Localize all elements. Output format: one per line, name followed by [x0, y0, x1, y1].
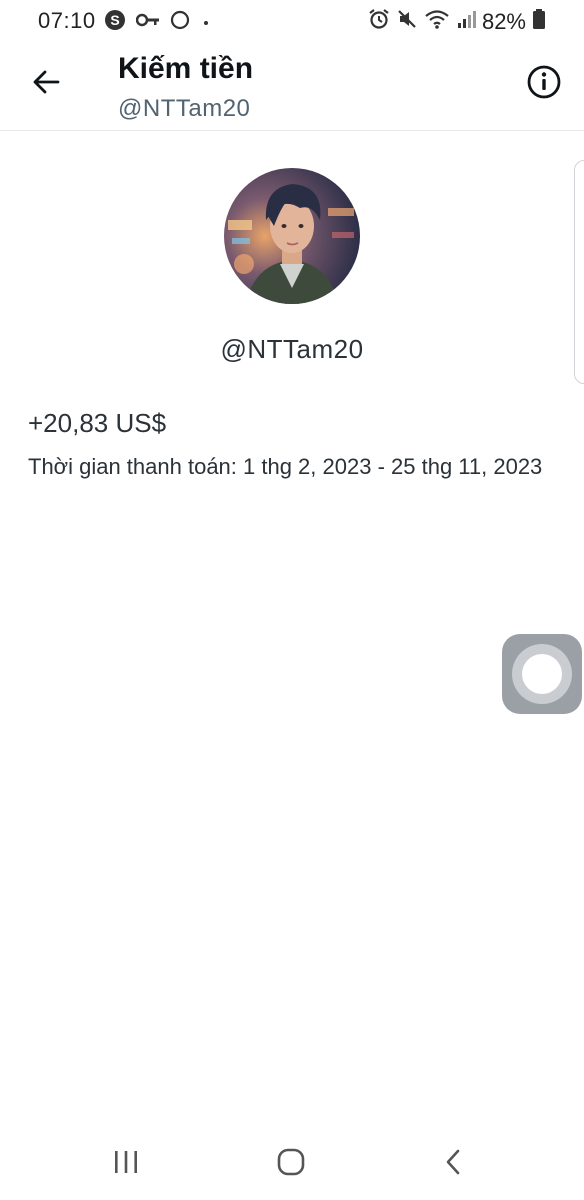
alarm-icon	[368, 8, 390, 35]
info-icon	[526, 64, 562, 105]
payment-period: Thời gian thanh toán: 1 thg 2, 2023 - 25…	[28, 454, 543, 479]
home-button[interactable]	[271, 1144, 311, 1184]
back-button[interactable]	[26, 64, 66, 104]
battery-icon	[532, 8, 546, 35]
status-bar: 07:10 S 82%	[0, 0, 584, 40]
assistive-core	[522, 654, 562, 694]
key-icon	[135, 13, 160, 32]
arrow-left-icon	[31, 67, 61, 102]
recents-button[interactable]	[106, 1144, 146, 1184]
profile-username: @NTTam20	[220, 334, 364, 364]
signal-icon	[456, 9, 476, 34]
status-left-icons: S	[104, 9, 212, 36]
earnings-amount: +20,83 US$	[28, 408, 167, 438]
mute-icon	[396, 8, 418, 35]
circle-icon	[170, 10, 190, 35]
info-button[interactable]	[524, 64, 564, 104]
page-subtitle: @NTTam20	[118, 95, 251, 122]
system-nav-bar	[0, 1124, 584, 1200]
avatar	[224, 168, 360, 304]
recents-icon	[112, 1149, 140, 1180]
nav-back-button[interactable]	[434, 1144, 474, 1184]
app-header: Kiếm tiền @NTTam20	[0, 40, 584, 131]
skype-icon: S	[104, 9, 126, 36]
home-icon	[276, 1147, 306, 1182]
back-icon	[442, 1148, 466, 1181]
page-title: Kiếm tiền	[118, 52, 254, 85]
svg-text:S: S	[110, 12, 119, 28]
assistive-touch-button[interactable]	[502, 634, 582, 714]
assistive-ring	[512, 644, 572, 704]
dot-icon	[200, 14, 212, 32]
battery-percent: 82%	[481, 8, 526, 34]
status-right-icons: 82%	[368, 8, 546, 35]
wifi-icon	[424, 8, 450, 35]
status-time: 07:10	[38, 8, 96, 33]
